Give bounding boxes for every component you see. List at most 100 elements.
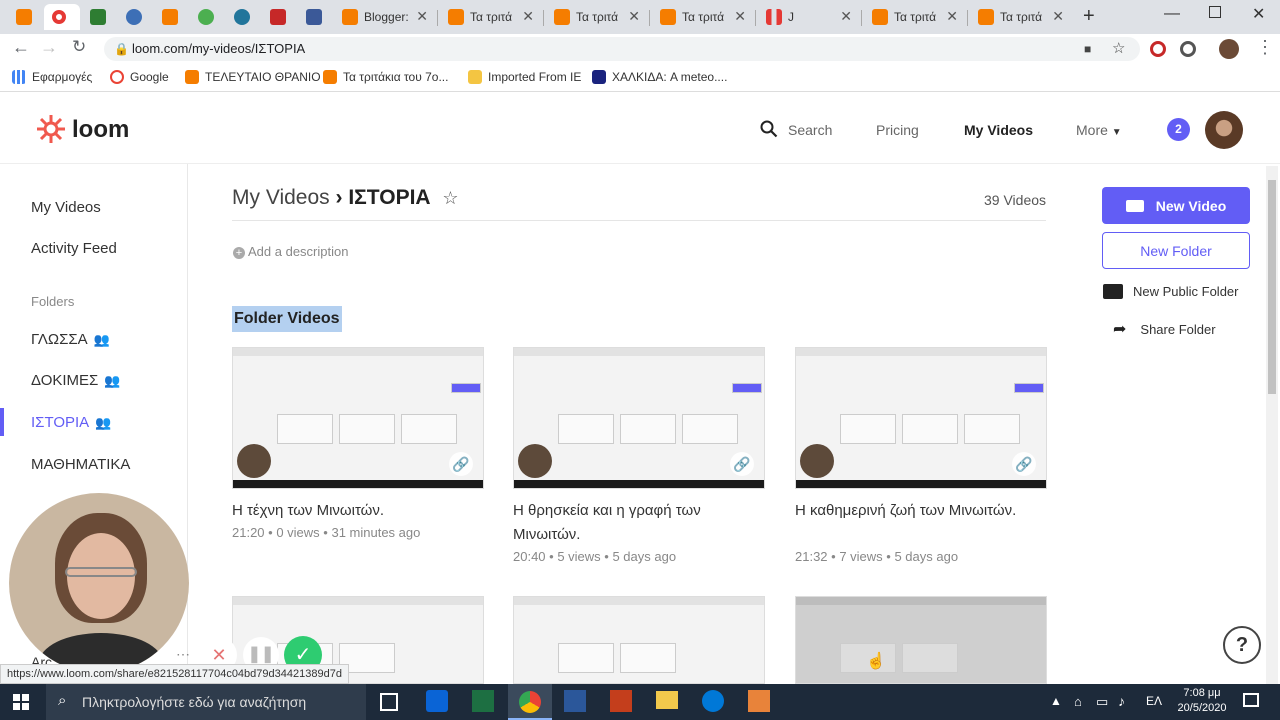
volume-icon[interactable]: ♪ — [1118, 693, 1125, 709]
bookmark-star-icon[interactable]: ☆ — [1112, 37, 1125, 61]
share-folder-action[interactable]: ➦ Share Folder — [1113, 319, 1216, 339]
browser-tab[interactable]: Τα τριτά ✕ — [440, 4, 542, 30]
word-icon[interactable] — [564, 690, 586, 712]
new-public-folder-action[interactable]: New Public Folder — [1103, 284, 1239, 299]
close-tab-icon[interactable]: ✕ — [946, 8, 958, 25]
sidebar-item-activity-feed[interactable]: Activity Feed — [31, 240, 117, 257]
help-button[interactable]: ? — [1223, 626, 1261, 664]
sidebar-folder[interactable]: ΓΛΩΣΣΑ 👥 — [31, 331, 110, 348]
bookmark-folder[interactable]: Imported From IE — [468, 70, 581, 84]
browser-tab-recording[interactable] — [44, 4, 80, 30]
video-thumbnail[interactable]: 🔗 — [232, 347, 484, 489]
media-app-icon[interactable] — [748, 690, 770, 712]
menu-icon[interactable]: ⋮ — [1256, 37, 1274, 58]
favorite-star-icon[interactable]: ☆ — [442, 188, 458, 208]
browser-tab[interactable]: Τα τριτά ✕ — [864, 4, 966, 30]
close-tab-icon[interactable]: ✕ — [1052, 8, 1064, 25]
browser-tab[interactable] — [298, 4, 332, 30]
excel-icon[interactable] — [472, 690, 494, 712]
close-tab-icon[interactable]: ✕ — [840, 8, 852, 25]
browser-tab[interactable]: Τα τριτά ✕ — [652, 4, 754, 30]
task-view-icon[interactable] — [380, 693, 398, 711]
forward-icon[interactable]: → — [40, 37, 58, 58]
new-folder-button[interactable]: New Folder — [1102, 232, 1250, 269]
video-title[interactable]: Η καθημερινή ζωή των Μινωιτών. — [795, 499, 1047, 523]
video-thumbnail[interactable] — [513, 596, 765, 684]
browser-tab[interactable] — [118, 4, 152, 30]
video-title[interactable]: Η θρησκεία και η γραφή των Μινωιτών. — [513, 499, 765, 547]
browser-tab[interactable] — [82, 4, 116, 30]
sidebar-folder[interactable]: ΔΟΚΙΜΕΣ 👥 — [31, 372, 121, 389]
browser-tab[interactable]: Τα τριτά ✕ — [546, 4, 648, 30]
chrome-taskbar-item[interactable] — [508, 684, 552, 720]
notification-badge[interactable]: 2 — [1167, 118, 1190, 141]
link-icon[interactable]: 🔗 — [730, 452, 754, 476]
sidebar-folder[interactable]: ΜΑΘΗΜΑΤΙΚΑ — [31, 456, 130, 473]
back-icon[interactable]: ← — [12, 37, 30, 58]
battery-icon[interactable]: ▭ — [1096, 694, 1108, 710]
tray-expand-icon[interactable]: ▲ — [1050, 694, 1062, 708]
taskbar-search-box[interactable]: ⌕ Πληκτρολογήστε εδώ για αναζήτηση — [46, 684, 366, 720]
minimize-icon[interactable]: — — [1164, 5, 1180, 23]
sidebar-folder-active[interactable]: ΙΣΤΟΡΙΑ 👥 — [31, 414, 111, 431]
language-indicator[interactable]: ΕΛ — [1146, 694, 1162, 708]
bookmark-item[interactable]: Τα τριτάκια του 7ο... — [323, 70, 448, 84]
browser-tab[interactable] — [190, 4, 224, 30]
video-thumbnail[interactable]: 🔗 — [795, 347, 1047, 489]
more-options-icon[interactable]: ⋯ — [176, 646, 190, 663]
address-bar[interactable]: 🔒 loom.com/my-videos/ΙΣΤΟΡΙΑ ■ ☆ — [104, 37, 1140, 61]
maximize-icon[interactable] — [1209, 6, 1221, 18]
scrollbar[interactable] — [1266, 166, 1278, 684]
browser-tab[interactable]: Τα τριτά ✕ — [970, 4, 1072, 30]
search-icon[interactable] — [760, 120, 778, 138]
loom-logo[interactable] — [36, 114, 66, 144]
close-tab-icon[interactable]: ✕ — [734, 8, 746, 25]
edge-icon[interactable] — [702, 690, 724, 712]
windows-start-icon[interactable] — [13, 694, 29, 710]
browser-tab[interactable] — [262, 4, 296, 30]
extension-icon[interactable] — [1150, 41, 1166, 57]
video-title[interactable]: Η τέχνη των Μινωιτών. — [232, 499, 484, 523]
mail-app-icon[interactable] — [426, 690, 448, 712]
new-tab-icon[interactable]: + — [1083, 5, 1095, 28]
file-explorer-icon[interactable] — [656, 691, 678, 709]
loom-logo-text[interactable]: loom — [72, 116, 129, 144]
profile-avatar[interactable] — [1219, 39, 1239, 59]
sidebar-item-my-videos[interactable]: My Videos — [31, 199, 101, 216]
link-icon[interactable]: 🔗 — [449, 452, 473, 476]
breadcrumb-root[interactable]: My Videos — [232, 186, 330, 209]
camera-bubble[interactable] — [9, 493, 189, 673]
browser-tab[interactable]: Blogger: ✕ — [334, 4, 436, 30]
link-icon[interactable]: 🔗 — [1012, 452, 1036, 476]
nav-my-videos[interactable]: My Videos — [964, 122, 1033, 138]
browser-tab[interactable] — [8, 4, 44, 30]
network-icon[interactable]: ⌂ — [1074, 694, 1082, 709]
new-video-button[interactable]: New Video — [1102, 187, 1250, 224]
video-thumbnail[interactable]: ☝ — [795, 596, 1047, 684]
powerpoint-icon[interactable] — [610, 690, 632, 712]
bookmark-google[interactable]: Google — [110, 70, 169, 84]
user-avatar[interactable] — [1205, 111, 1243, 149]
nav-search[interactable]: Search — [788, 122, 832, 138]
video-thumbnail[interactable]: 🔗 — [513, 347, 765, 489]
close-tab-icon[interactable]: ✕ — [522, 8, 534, 25]
add-description[interactable]: + Add a description — [233, 244, 348, 259]
browser-tab[interactable]: J ✕ — [758, 4, 860, 30]
browser-tab[interactable] — [226, 4, 260, 30]
browser-tab[interactable] — [154, 4, 188, 30]
scrollbar-thumb[interactable] — [1268, 180, 1276, 394]
nav-more[interactable]: More ▼ — [1076, 122, 1122, 138]
bookmark-item[interactable]: ΤΕΛΕΥΤΑΙΟ ΘΡΑΝΙΟ — [185, 70, 321, 84]
reload-icon[interactable]: ↻ — [72, 37, 86, 57]
camera-icon[interactable]: ■ — [1084, 37, 1091, 61]
nav-pricing[interactable]: Pricing — [876, 122, 919, 138]
extension-icon[interactable] — [1180, 41, 1196, 57]
notifications-icon[interactable] — [1243, 693, 1259, 707]
close-window-icon[interactable]: ✕ — [1252, 4, 1265, 24]
meteo-icon — [592, 70, 606, 84]
clock[interactable]: 7:08 μμ 20/5/2020 — [1172, 686, 1232, 716]
bookmark-item[interactable]: ΧΑΛΚΙΔΑ: A meteo.... — [592, 70, 727, 84]
bookmark-apps[interactable]: Εφαρμογές — [12, 70, 92, 84]
close-tab-icon[interactable]: ✕ — [416, 8, 428, 25]
close-tab-icon[interactable]: ✕ — [628, 8, 640, 25]
